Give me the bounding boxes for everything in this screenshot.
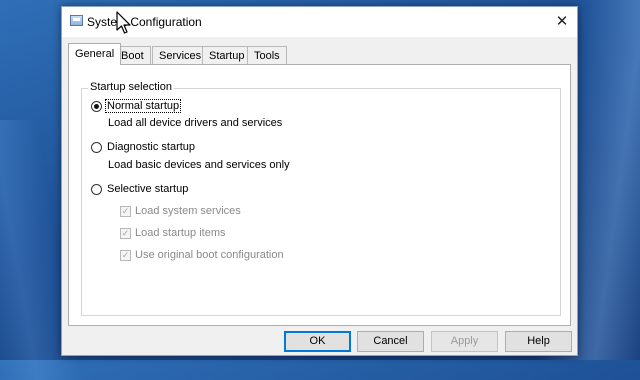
apply-button: Apply [431,331,498,352]
checkmark-icon: ✓ [120,249,131,261]
diagnostic-startup-option[interactable]: Diagnostic startup [91,139,196,155]
normal-startup-description: Load all device drivers and services [108,117,283,129]
tab-tools[interactable]: Tools [247,46,287,64]
use-original-boot-configuration-label: Use original boot configuration [135,249,284,261]
normal-startup-label[interactable]: Normal startup [104,99,182,113]
general-tab-panel: Startup selection Normal startup Load al… [68,64,571,326]
selective-startup-label[interactable]: Selective startup [106,183,189,195]
selective-startup-option[interactable]: Selective startup [91,181,189,197]
load-system-services-option: ✓ Load system services [120,203,241,219]
ok-button[interactable]: OK [284,331,351,352]
diagnostic-startup-description: Load basic devices and services only [108,159,290,171]
tab-general[interactable]: General [68,43,122,65]
tab-startup[interactable]: Startup [202,46,252,64]
load-startup-items-label: Load startup items [135,227,226,239]
startup-selection-group: Startup selection Normal startup Load al… [81,81,561,316]
system-configuration-icon [70,15,83,26]
help-button[interactable]: Help [505,331,572,352]
selective-startup-radio[interactable] [91,183,102,195]
checkmark-icon: ✓ [120,227,131,239]
diagnostic-startup-radio[interactable] [91,141,102,153]
window-title: System Configuration [87,15,202,29]
load-startup-items-option: ✓ Load startup items [120,225,226,241]
normal-startup-radio[interactable] [91,100,102,112]
checkmark-icon: ✓ [120,205,131,217]
diagnostic-startup-label[interactable]: Diagnostic startup [106,141,196,153]
startup-selection-label: Startup selection [88,81,174,93]
use-original-boot-configuration-option: ✓ Use original boot configuration [120,247,284,263]
close-icon[interactable]: ✕ [547,7,577,37]
load-system-services-label: Load system services [135,205,241,217]
tab-services[interactable]: Services [152,46,209,64]
cancel-button[interactable]: Cancel [357,331,424,352]
title-bar[interactable]: System Configuration ✕ [62,7,577,37]
normal-startup-option[interactable]: Normal startup [91,98,182,114]
system-configuration-window: System Configuration ✕ General Boot Serv… [61,6,578,356]
